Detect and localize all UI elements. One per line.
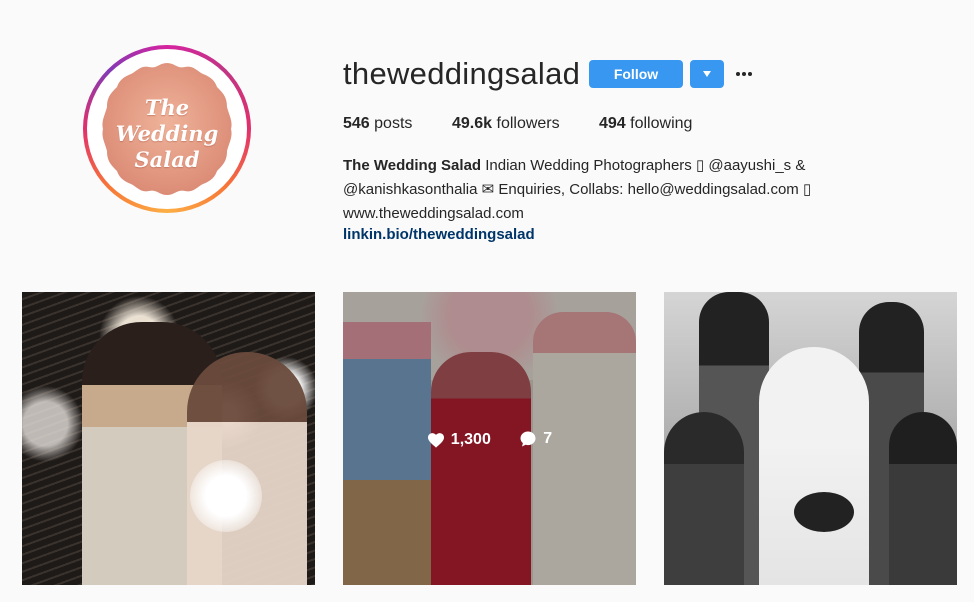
post-hover-stats: 1,300 7 [343,430,636,453]
comment-icon [520,431,536,447]
posts-stat: 546 posts [343,115,412,133]
comments-count: 7 [543,430,553,447]
suggestions-dropdown-button[interactable] [690,60,724,88]
logo-line-2: Wedding [115,121,219,146]
bio-text-1: Indian Wedding Photographers ▯ [485,157,705,174]
bio-website-link[interactable]: linkin.bio/theweddingsalad [343,226,535,243]
avatar-frame: The Wedding Salad [87,49,247,209]
dropdown-arrow-icon [703,71,711,77]
likes-count: 1,300 [450,431,491,448]
follow-button[interactable]: Follow [589,60,683,88]
bio-line-2: @kanishkasonthalia ✉ Enquiries, Collabs:… [343,178,863,202]
bio-text-2: ✉ Enquiries, Collabs: hello@weddingsalad… [481,181,812,198]
bio-text-1-tail: & [795,157,806,174]
following-count: 494 [599,115,626,132]
bio-line-3: www.theweddingsalad.com [343,205,524,222]
followers-label: followers [496,115,560,132]
bio-full-name: The Wedding Salad [343,157,482,174]
photo-bouquet [794,492,854,532]
bio-line-1: The Wedding Salad Indian Wedding Photogr… [343,154,863,178]
post-thumbnail-3[interactable] [664,292,957,585]
posts-count: 546 [343,115,370,132]
heart-icon [427,433,444,448]
photo-light-bokeh [190,460,262,532]
profile-bio: The Wedding Salad Indian Wedding Photogr… [343,154,863,226]
profile-avatar[interactable]: The Wedding Salad [83,45,251,213]
photo-veiled-bride [759,347,869,585]
comments-stat: 7 [519,430,552,448]
profile-username: theweddingsalad [343,56,581,91]
post-thumbnail-2[interactable]: 1,300 7 [343,292,636,585]
mention-link-aayushi[interactable]: @aayushi_s [708,157,791,174]
photo-bridesmaid-front-right [889,412,957,585]
likes-stat: 1,300 [427,431,491,449]
followers-count: 49.6k [452,115,493,132]
following-stat[interactable]: 494 following [599,115,692,133]
following-label: following [630,115,693,132]
post-thumbnail-1[interactable] [22,292,315,585]
followers-stat[interactable]: 49.6k followers [452,115,560,133]
logo-line-1: The [144,95,190,120]
posts-label: posts [374,115,413,132]
photo-bridesmaid-front-left [664,412,744,585]
mention-link-kanishka[interactable]: @kanishkasonthalia [343,181,477,198]
logo-text: The Wedding Salad [94,95,240,173]
logo-line-3: Salad [134,147,200,172]
more-options-icon[interactable] [734,64,754,84]
